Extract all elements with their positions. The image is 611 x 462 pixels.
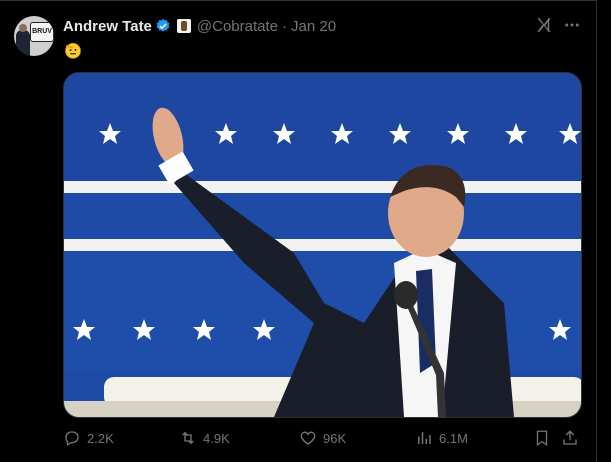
reply-count: 2.2K <box>87 430 114 446</box>
tweet-header: Andrew Tate @Cobratate · Jan 20 <box>63 16 336 36</box>
repost-button[interactable]: 4.9K <box>179 429 230 447</box>
verified-badge-icon[interactable] <box>155 18 171 34</box>
bookmark-button[interactable] <box>533 429 551 447</box>
bookmark-icon <box>536 430 548 447</box>
top-divider <box>0 0 597 1</box>
share-button[interactable] <box>561 429 579 447</box>
reply-icon <box>65 431 79 446</box>
more-icon[interactable] <box>563 16 581 34</box>
tweet-media-image[interactable] <box>63 72 582 418</box>
header-separator: · <box>282 17 288 35</box>
avatar-figure <box>16 30 30 56</box>
author-name[interactable]: Andrew Tate <box>63 18 152 35</box>
like-button[interactable]: 96K <box>299 429 346 447</box>
repost-count: 4.9K <box>203 430 230 446</box>
saluting-face-emoji <box>65 42 81 59</box>
grok-icon[interactable] <box>535 16 553 34</box>
tweet-date[interactable]: Jan 20 <box>291 18 336 35</box>
like-icon <box>300 431 316 445</box>
like-count: 96K <box>323 430 347 446</box>
column-divider <box>596 0 597 462</box>
media-illustration <box>64 73 581 417</box>
affiliate-badge-icon[interactable] <box>176 19 191 33</box>
view-count: 6.1M <box>439 430 468 446</box>
avatar-badge-text: BRUV <box>30 22 54 42</box>
avatar-head <box>19 24 27 32</box>
views-icon <box>418 432 431 444</box>
author-handle[interactable]: @Cobratate <box>197 18 278 35</box>
tweet-actions: 2.2K 4.9K 96K 6.1M <box>63 429 583 449</box>
avatar[interactable]: BRUV <box>14 16 54 56</box>
reply-button[interactable]: 2.2K <box>63 429 114 447</box>
views-button[interactable]: 6.1M <box>415 429 468 447</box>
share-icon <box>563 430 577 445</box>
repost-icon <box>182 431 194 445</box>
